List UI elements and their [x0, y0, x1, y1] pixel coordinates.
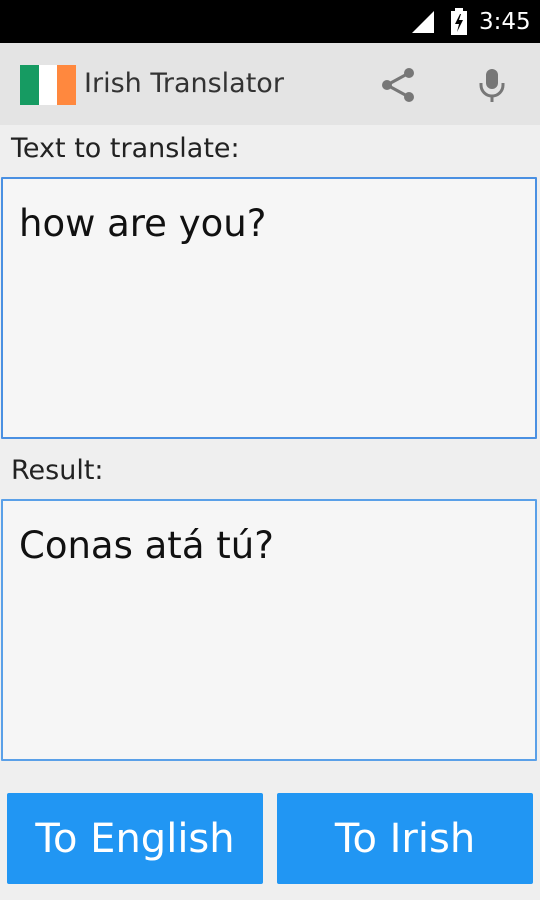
microphone-icon[interactable]	[468, 61, 516, 109]
result-text-output[interactable]: Conas atá tú?	[1, 499, 537, 761]
to-irish-button[interactable]: To Irish	[277, 793, 533, 884]
irish-flag-icon	[20, 65, 77, 105]
share-icon[interactable]	[374, 61, 422, 109]
app-bar: Irish Translator	[0, 43, 540, 125]
status-clock: 3:45	[479, 9, 531, 35]
result-label: Result:	[11, 455, 104, 486]
source-text-input[interactable]: how are you?	[1, 177, 537, 439]
signal-icon	[412, 11, 434, 33]
app-title: Irish Translator	[84, 68, 284, 99]
source-label: Text to translate:	[11, 133, 240, 164]
to-english-button[interactable]: To English	[7, 793, 263, 884]
battery-icon	[451, 8, 467, 35]
status-bar: 3:45	[0, 0, 540, 43]
